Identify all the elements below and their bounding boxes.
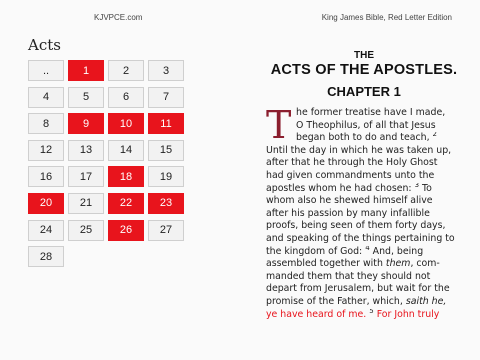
chapter-button[interactable]: 15 — [148, 139, 184, 161]
chapter-button[interactable]: 5 — [68, 86, 104, 108]
text-span: began both to do and teach, — [296, 132, 430, 144]
chapter-button[interactable]: 12 — [28, 139, 64, 161]
chapter-button[interactable]: 7 — [148, 86, 184, 108]
words-of-jesus-line: ye have heard of me. 5 For John truly — [266, 309, 462, 322]
red-text-span: ye have heard of me. — [266, 308, 367, 320]
chapter-button[interactable]: 16 — [28, 166, 64, 188]
chapter-button[interactable]: 24 — [28, 219, 64, 241]
text-span: promise of the Father, which, — [266, 295, 403, 307]
chapter-button[interactable]: 18 — [108, 166, 144, 188]
chapter-button[interactable]: 8 — [28, 113, 64, 135]
chapter-button[interactable]: 4 — [28, 86, 64, 108]
chapter-button[interactable]: 25 — [68, 219, 104, 241]
text-line: apostles whom he had chosen: 3 To — [266, 183, 462, 196]
chapter-button[interactable]: 1 — [68, 60, 104, 81]
edition-title: King James Bible, Red Letter Edition — [321, 13, 452, 22]
text-span: the kingdom of God: — [266, 245, 363, 257]
text-line: the kingdom of God: 4 And, being — [266, 246, 462, 259]
chapter-button[interactable]: 20 — [28, 192, 64, 214]
chapter-button[interactable]: 2 — [108, 60, 144, 81]
italic-span: them — [385, 258, 411, 270]
text-line: began both to do and teach, 2 — [296, 132, 462, 145]
chapter-button[interactable]: 13 — [68, 139, 104, 161]
chapter-button[interactable]: 22 — [108, 192, 144, 214]
verse-number: 3 — [414, 182, 420, 189]
verse-number: 4 — [365, 245, 370, 252]
red-text-span: For John truly — [376, 308, 440, 320]
verse-text: T he former treatise have I made, O Theo… — [266, 103, 462, 322]
text-line: manded them that they should not — [266, 270, 431, 282]
chapter-button[interactable]: 23 — [148, 192, 184, 214]
text-span: assembled together with — [266, 258, 383, 270]
italic-span: saith he, — [405, 295, 447, 307]
chapter-grid: .. 1 2 3 4 5 6 7 8 9 10 11 12 13 14 15 16 17 18 19 20 21 22 23 2… — [28, 60, 184, 268]
chapter-button[interactable]: 11 — [148, 113, 184, 135]
site-name[interactable]: KJVPCE.com — [94, 13, 142, 22]
back-button[interactable]: .. — [28, 60, 64, 81]
text-line: O Theophilus, of all that Jesus — [296, 119, 436, 131]
chapter-button[interactable]: 27 — [148, 219, 184, 241]
text-line: had given commandments unto the — [266, 169, 435, 181]
text-line: whom also he shewed himself alive — [266, 195, 433, 207]
verse-number: 5 — [369, 308, 374, 315]
chapter-heading: CHAPTER 1 — [327, 84, 401, 99]
text-line: after that he through the Holy Ghost — [266, 157, 438, 169]
heading-the: THE — [354, 50, 374, 61]
text-span: apostles whom he had chosen: — [266, 182, 412, 194]
text-line: Until the day in which he was taken up, — [266, 144, 452, 156]
text-span: , com- — [410, 258, 440, 270]
book-title: Acts — [28, 36, 61, 54]
text-line: he former treatise have I made, — [296, 107, 446, 118]
top-bar: KJVPCE.com King James Bible, Red Letter … — [0, 0, 480, 34]
text-line: depart from Jerusalem, but wait for the — [266, 283, 450, 295]
dropcap-paragraph: T he former treatise have I made, O Theo… — [266, 103, 462, 147]
text-line: proofs, being seen of them forty days, — [266, 220, 446, 232]
book-heading: ACTS OF THE APOSTLES. — [270, 62, 458, 78]
chapter-content: THE ACTS OF THE APOSTLES. CHAPTER 1 T he… — [266, 46, 462, 321]
chapter-button[interactable]: 28 — [28, 246, 64, 268]
chapter-button[interactable]: 14 — [108, 139, 144, 161]
drop-cap: T — [266, 103, 292, 147]
chapter-button[interactable]: 26 — [108, 219, 144, 241]
text-line: promise of the Father, which, saith he, — [266, 296, 462, 309]
chapter-button[interactable]: 17 — [68, 166, 104, 188]
chapter-button[interactable]: 19 — [148, 166, 184, 188]
chapter-button[interactable]: 21 — [68, 192, 104, 214]
text-line: assembled together with them, com- — [266, 258, 462, 271]
chapter-button[interactable]: 9 — [68, 113, 104, 135]
text-line: and speaking of the things pertaining to — [266, 232, 455, 244]
text-span: To — [422, 182, 432, 194]
chapter-button[interactable]: 10 — [108, 113, 144, 135]
chapter-button[interactable]: 3 — [148, 60, 184, 81]
verse-number: 2 — [432, 132, 438, 139]
text-line: after his passion by many infallible — [266, 207, 430, 219]
text-span: And, being — [372, 245, 424, 257]
chapter-button[interactable]: 6 — [108, 86, 144, 108]
